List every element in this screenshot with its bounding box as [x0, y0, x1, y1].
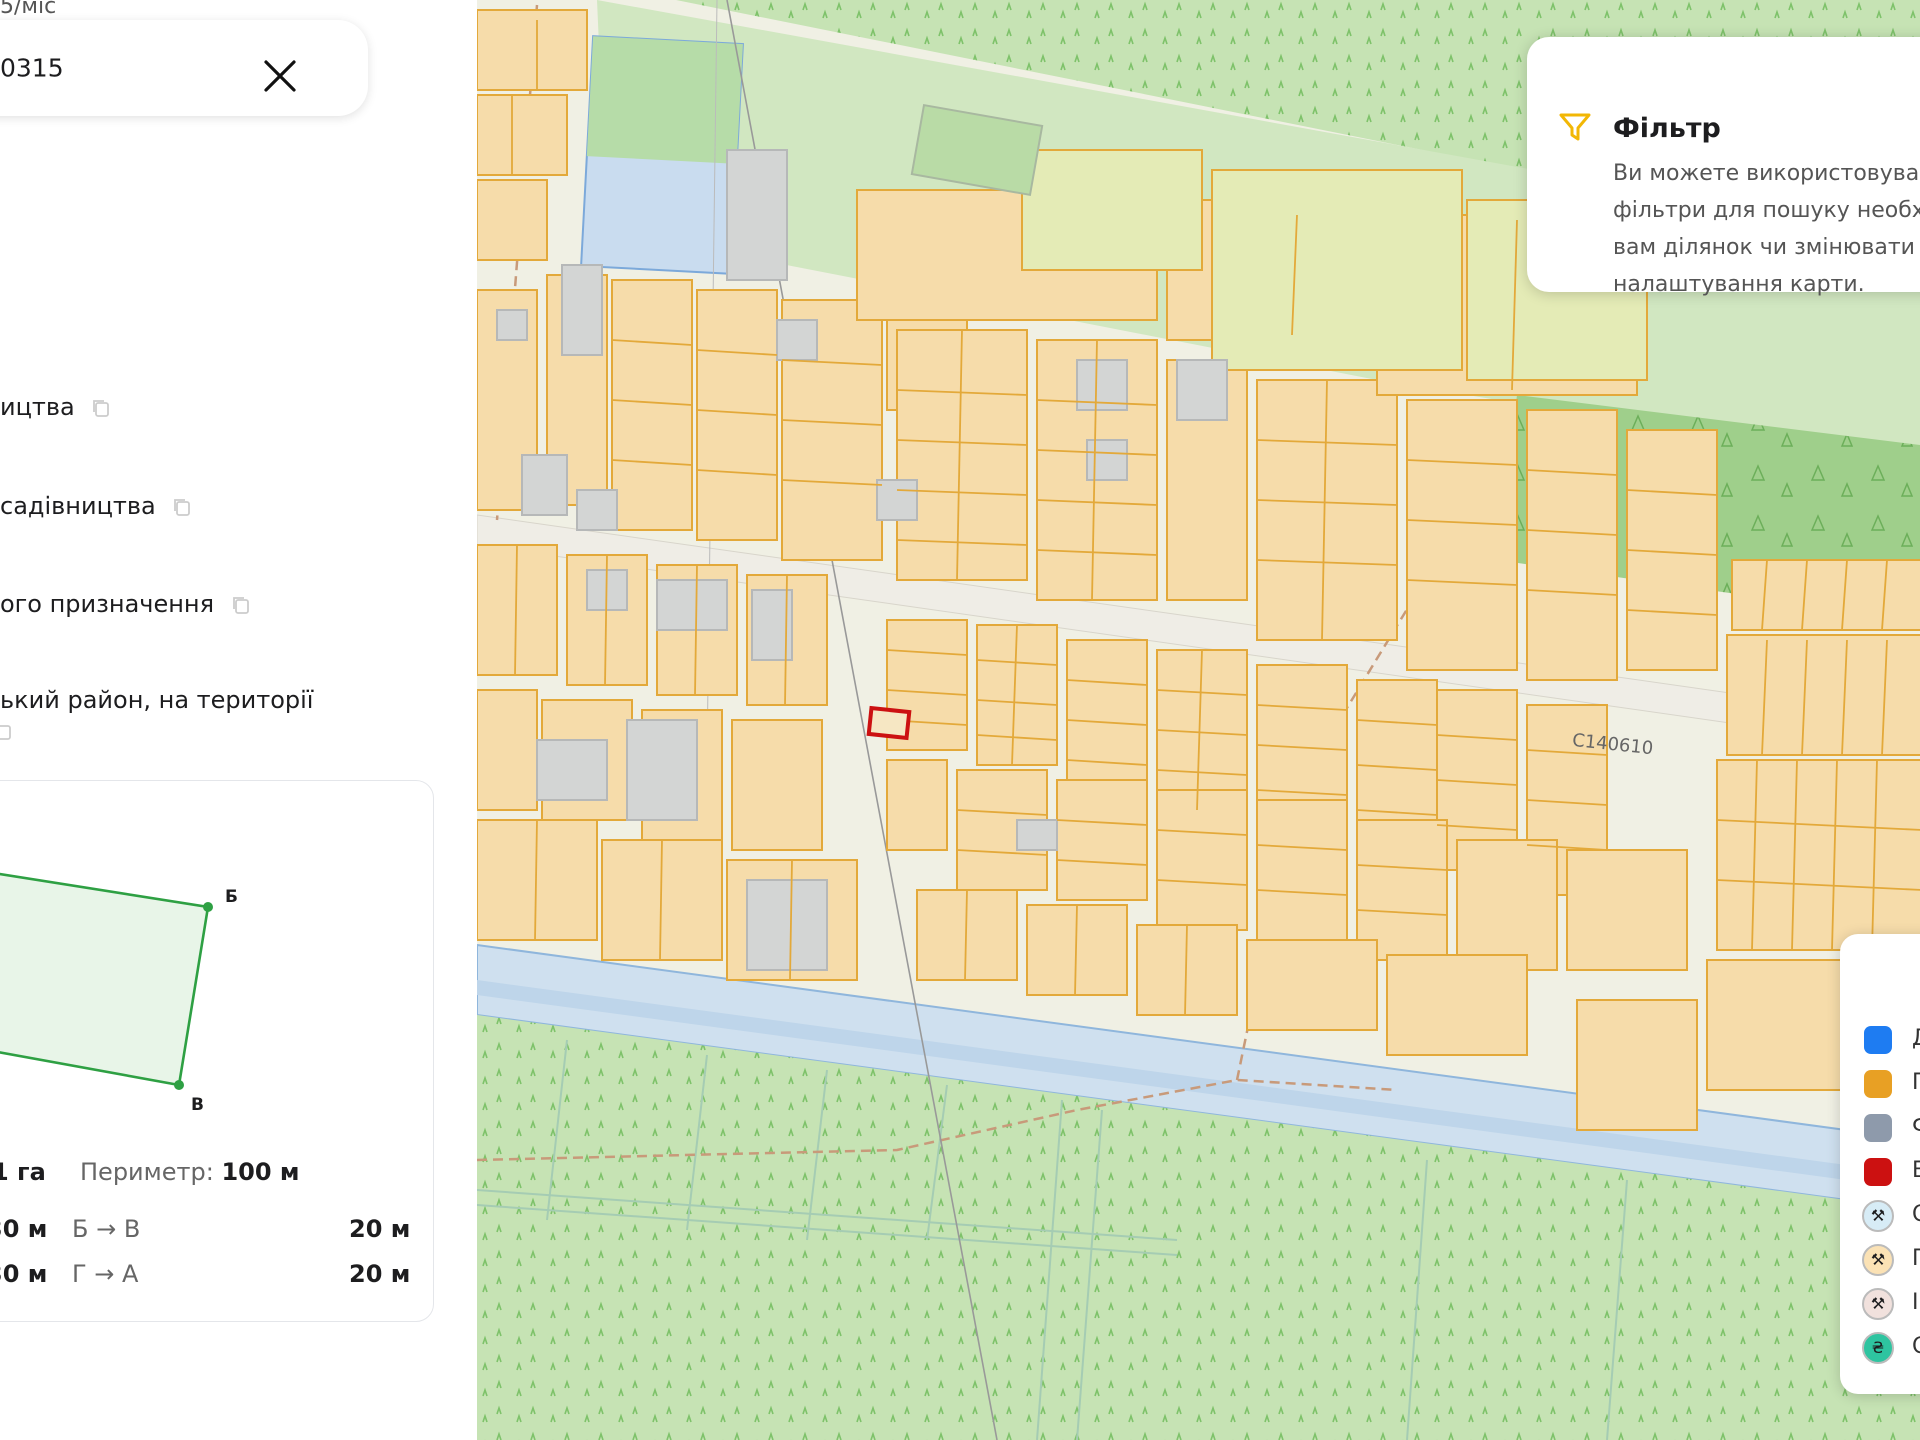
purpose-line: ицтва: [0, 393, 112, 421]
legend-label: П: [1912, 1246, 1920, 1271]
filter-icon: [1559, 113, 1591, 141]
category-line: садівництва: [0, 492, 193, 520]
legend-label: Д: [1912, 1026, 1920, 1051]
sidebar-panel: 5/міс 0315 ицтва садівництва ого признач…: [0, 0, 477, 1440]
designation-text: ого призначення: [0, 590, 215, 618]
legend-label: І: [1912, 1290, 1919, 1315]
excavator-icon: ⚒: [1862, 1244, 1894, 1276]
legend-swatch: [1864, 1026, 1892, 1054]
filter-title: Фільтр: [1613, 113, 1721, 144]
segment-value: 20 м: [349, 1260, 411, 1288]
legend-label: Ф: [1912, 1114, 1920, 1139]
legend-swatch: [1864, 1070, 1892, 1098]
search-box[interactable]: 0315: [0, 20, 368, 116]
legend-card: ДПФВ⚒С⚒П⚒І₴С: [1840, 934, 1920, 1394]
legend-swatch: [1864, 1114, 1892, 1142]
copy-icon[interactable]: [230, 594, 252, 616]
legend-label: С: [1912, 1334, 1920, 1359]
legend-item: ₴ С: [1862, 1332, 1920, 1366]
close-button[interactable]: [250, 46, 310, 106]
segment-value: 20 м: [349, 1215, 411, 1243]
perimeter: Периметр: 100 м: [80, 1158, 300, 1186]
legend-item: П: [1864, 1070, 1920, 1102]
copy-icon[interactable]: [0, 720, 14, 742]
legend-label: П: [1912, 1070, 1920, 1095]
vertex-v-label: В: [191, 1095, 204, 1115]
segment-left-value: 30 м: [0, 1215, 48, 1243]
legend-item: ⚒ І: [1862, 1288, 1920, 1322]
selected-parcel[interactable]: [866, 705, 912, 741]
perimeter-label: Периметр:: [80, 1158, 214, 1186]
legend-item: Д: [1864, 1026, 1920, 1058]
hryvnia-icon: ₴: [1862, 1332, 1894, 1364]
vertex-b-label: Б: [225, 887, 238, 907]
price-clip: 5/міс: [0, 0, 57, 19]
area-value: 1 га: [0, 1158, 46, 1186]
address-line: ький район, на території: [0, 686, 313, 714]
category-text: садівництва: [0, 492, 156, 520]
legend-label: С: [1912, 1202, 1920, 1227]
legend-item: В: [1864, 1158, 1920, 1190]
perimeter-value: 100 м: [221, 1158, 300, 1186]
close-icon: [264, 60, 296, 92]
purpose-text: ицтва: [0, 393, 75, 421]
excavator-icon: ⚒: [1862, 1200, 1894, 1232]
legend-label: В: [1912, 1158, 1920, 1183]
search-input[interactable]: 0315: [0, 54, 64, 83]
segment-label: Г → А: [72, 1260, 139, 1288]
filter-description: Ви можете використовува фільтри для пошу…: [1613, 161, 1920, 297]
segment-left-value: 30 м: [0, 1260, 48, 1288]
segment-label: Б → В: [72, 1215, 141, 1243]
legend-item: ⚒ С: [1862, 1200, 1920, 1234]
address-text: ький район, на території: [0, 686, 314, 714]
legend-item: Ф: [1864, 1114, 1920, 1146]
excavator-icon: ⚒: [1862, 1288, 1894, 1320]
copy-icon[interactable]: [90, 397, 112, 419]
legend-swatch: [1864, 1158, 1892, 1186]
legend-item: ⚒П: [1862, 1244, 1920, 1278]
copy-icon[interactable]: [171, 496, 193, 518]
designation-line: ого призначення: [0, 590, 252, 618]
filter-card[interactable]: Фільтр Ви можете використовува фільтри д…: [1527, 37, 1920, 297]
